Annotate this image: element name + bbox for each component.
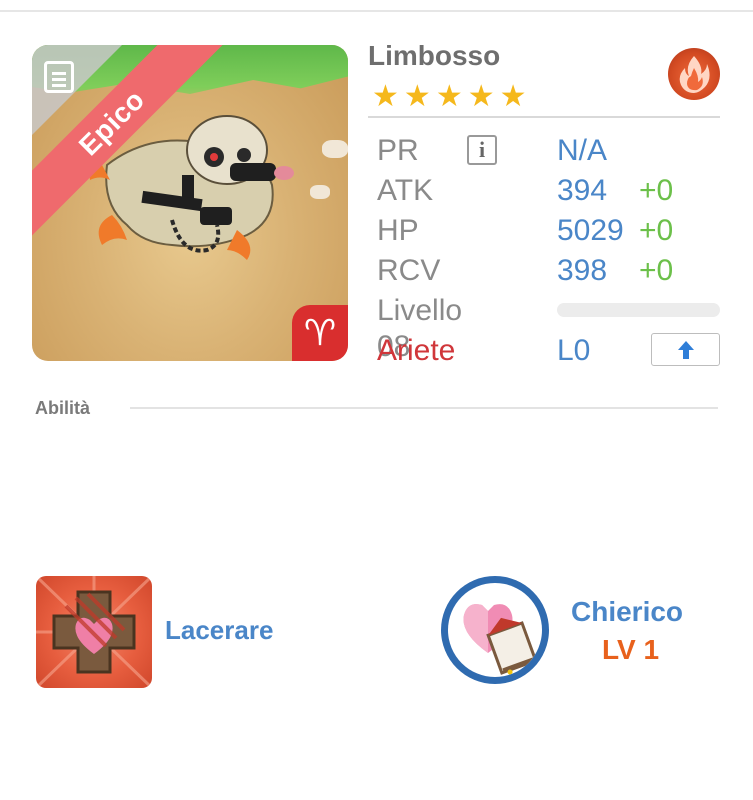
star-icon: ★ <box>499 80 527 113</box>
star-icon: ★ <box>403 80 431 113</box>
upgrade-button[interactable] <box>651 333 720 366</box>
top-divider <box>0 10 753 12</box>
pr-value: N/A <box>557 134 608 167</box>
star-icon: ★ <box>372 80 399 113</box>
arrow-up-icon <box>677 340 694 359</box>
info-icon[interactable]: i <box>467 135 497 165</box>
monster-card-image[interactable]: Epico ♈ <box>32 45 348 361</box>
hp-label: HP <box>377 214 419 247</box>
rcv-label: RCV <box>377 254 441 287</box>
zodiac-label: Ariete <box>377 334 456 367</box>
hp-bonus: +0 <box>639 214 674 247</box>
rcv-bonus: +0 <box>639 254 674 287</box>
fire-icon <box>668 48 720 100</box>
class-level: LV 1 <box>602 634 660 665</box>
atk-value: 394 <box>557 174 608 207</box>
section-divider <box>130 407 718 409</box>
document-icon[interactable] <box>44 61 74 93</box>
star-icon: ★ <box>467 80 495 113</box>
atk-bonus: +0 <box>639 174 674 207</box>
heart-cross-icon[interactable] <box>36 576 152 688</box>
rcv-value: 398 <box>557 254 608 287</box>
skill-name[interactable]: Lacerare <box>165 615 273 646</box>
star-icon: ★ <box>435 80 463 113</box>
title-divider <box>368 116 720 118</box>
xp-progress-bar <box>557 303 720 317</box>
abilities-section-title: Abilità <box>35 398 91 418</box>
class-name[interactable]: Chierico <box>571 596 683 628</box>
monster-name: Limbosso <box>368 40 501 71</box>
zodiac-value: L0 <box>557 334 591 367</box>
cleric-heart-icon[interactable] <box>441 576 549 684</box>
star-rating: ★ ★ ★ ★ ★ <box>372 82 527 112</box>
aries-icon: ♈ <box>292 305 348 361</box>
pr-label: PR <box>377 134 419 167</box>
hp-value: 5029 <box>557 214 624 247</box>
atk-label: ATK <box>377 174 434 207</box>
